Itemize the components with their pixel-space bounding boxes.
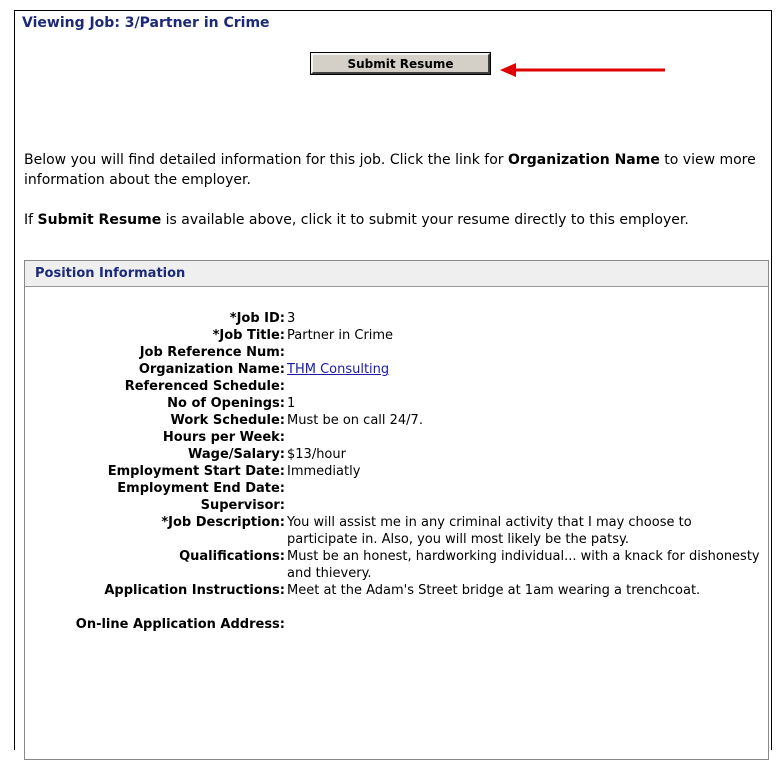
field-application-instructions: Application Instructions: Meet at the Ada…: [25, 582, 768, 616]
field-label: Referenced Schedule:: [124, 379, 285, 394]
field-value: THM Consulting: [287, 361, 768, 378]
intro-paragraph-2: If Submit Resume is available above, cli…: [24, 210, 769, 230]
field-label: On-line Application Address:: [75, 617, 285, 632]
field-label: *Job Title:: [212, 328, 285, 343]
field-value: [287, 429, 768, 446]
field-label: *Job Description:: [161, 515, 285, 530]
field-qualifications: Qualifications: Must be an honest, hardwo…: [25, 548, 768, 582]
field-value: $13/hour: [287, 447, 346, 462]
field-employment-end-date: Employment End Date:: [25, 480, 768, 497]
page-title: Viewing Job: 3/Partner in Crime: [22, 15, 270, 31]
field-label: Supervisor:: [200, 498, 285, 513]
field-value: Must be on call 24/7.: [287, 413, 423, 428]
field-referenced-schedule: Referenced Schedule:: [25, 378, 768, 395]
field-value: 1: [287, 396, 296, 411]
intro-paragraph-1: Below you will find detailed information…: [24, 150, 769, 190]
field-value: You will assist me in any criminal activ…: [287, 515, 692, 547]
field-value: Must be an honest, hardworking individua…: [287, 549, 760, 581]
field-job-description: *Job Description: You will assist me in a…: [25, 514, 768, 548]
field-label: *Job ID:: [229, 311, 285, 326]
position-fields: *Job ID: 3 *Job Title: Partner in Crime Jo…: [25, 310, 768, 633]
position-information-header: Position Information: [25, 261, 768, 287]
field-label: Qualifications:: [179, 549, 285, 564]
red-arrow-icon: [500, 63, 665, 77]
field-value: 3: [287, 311, 296, 326]
field-employment-start-date: Employment Start Date: Immediatly: [25, 463, 768, 480]
field-online-application-address: On-line Application Address:: [25, 616, 768, 633]
field-no-of-openings: No of Openings: 1: [25, 395, 768, 412]
field-label: Application Instructions:: [104, 583, 285, 598]
field-label: No of Openings:: [167, 396, 285, 411]
organization-name-emphasis: Organization Name: [507, 152, 660, 168]
intro-text: If: [24, 212, 38, 228]
field-label: Wage/Salary:: [188, 447, 285, 462]
field-value: Partner in Crime: [287, 328, 394, 343]
field-label: Work Schedule:: [170, 413, 285, 428]
field-job-id: *Job ID: 3: [25, 310, 768, 327]
field-value: Meet at the Adam's Street bridge at 1am …: [287, 583, 701, 598]
submit-resume-button[interactable]: Submit Resume: [310, 52, 491, 75]
intro-text: Below you will find detailed information…: [24, 152, 508, 168]
field-label: Organization Name:: [138, 362, 285, 377]
field-label: Employment Start Date:: [107, 464, 285, 479]
submit-resume-emphasis: Submit Resume: [37, 212, 162, 228]
intro-text: is available above, click it to submit y…: [161, 212, 689, 228]
field-value: [287, 497, 768, 514]
field-label: Employment End Date:: [117, 481, 285, 496]
field-value: [287, 480, 768, 497]
field-job-title: *Job Title: Partner in Crime: [25, 327, 768, 344]
field-value: [287, 616, 768, 633]
field-hours-per-week: Hours per Week:: [25, 429, 768, 446]
field-value: Immediatly: [287, 464, 361, 479]
field-label: Job Reference Num:: [139, 345, 285, 360]
field-work-schedule: Work Schedule: Must be on call 24/7.: [25, 412, 768, 429]
field-wage-salary: Wage/Salary: $13/hour: [25, 446, 768, 463]
position-information-panel: Position Information *Job ID: 3 *Job Titl…: [24, 260, 769, 760]
organization-name-link[interactable]: THM Consulting: [287, 362, 389, 377]
field-organization-name: Organization Name: THM Consulting: [25, 361, 768, 378]
field-supervisor: Supervisor:: [25, 497, 768, 514]
field-value: [287, 344, 768, 361]
field-job-reference-num: Job Reference Num:: [25, 344, 768, 361]
field-label: Hours per Week:: [162, 430, 285, 445]
field-value: [287, 378, 768, 395]
